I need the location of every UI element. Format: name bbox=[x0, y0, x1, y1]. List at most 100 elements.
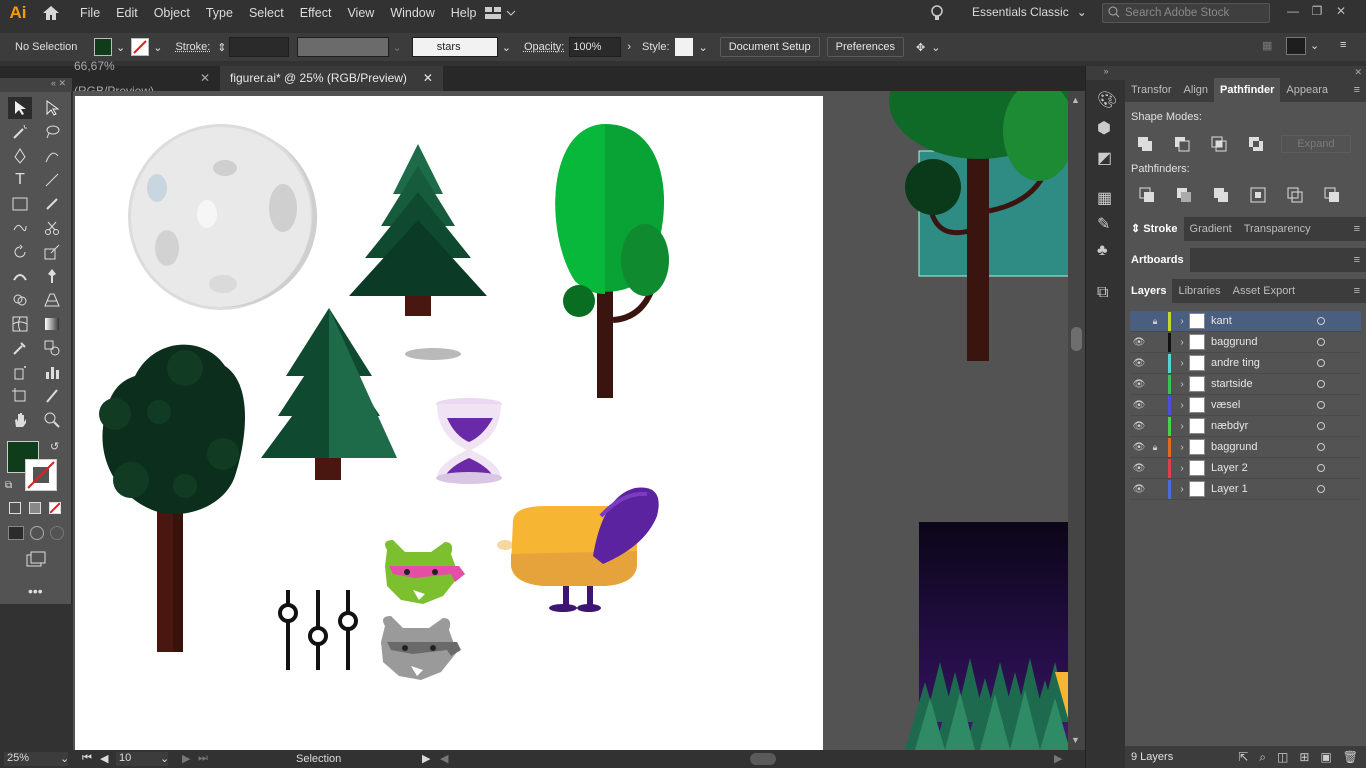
hand-tool-icon[interactable] bbox=[8, 409, 32, 431]
visibility-eye-icon[interactable]: 👁︎ bbox=[1130, 358, 1148, 369]
gradient-panel-icon[interactable]: ◩ bbox=[1097, 148, 1112, 168]
scroll-left-icon[interactable]: ◀ bbox=[440, 752, 448, 765]
layer-name[interactable]: kant bbox=[1211, 315, 1317, 327]
chevron-down-icon[interactable]: ⌄ bbox=[153, 41, 162, 54]
close-icon[interactable]: ✕ bbox=[200, 66, 210, 91]
search-stock-input[interactable]: Search Adobe Stock bbox=[1102, 3, 1270, 23]
rectangle-tool-icon[interactable] bbox=[8, 193, 32, 215]
visibility-eye-icon[interactable]: 👁︎ bbox=[1130, 442, 1148, 453]
direct-selection-tool-icon[interactable] bbox=[40, 97, 64, 119]
target-circle-icon[interactable] bbox=[1317, 338, 1325, 346]
opacity-field[interactable]: 100% bbox=[569, 37, 622, 57]
expand-chevron-icon[interactable]: › bbox=[1175, 484, 1189, 495]
menu-type[interactable]: Type bbox=[198, 0, 241, 26]
menu-object[interactable]: Object bbox=[146, 0, 198, 26]
layer-name[interactable]: baggrund bbox=[1211, 336, 1317, 348]
tab-artboards[interactable]: Artboards bbox=[1125, 248, 1190, 272]
magic-wand-tool-icon[interactable] bbox=[8, 121, 32, 143]
menu-view[interactable]: View bbox=[339, 0, 382, 26]
chevron-down-icon[interactable]: ⌄ bbox=[160, 752, 169, 765]
mesh-tool-icon[interactable] bbox=[8, 313, 32, 335]
variable-width-profile[interactable] bbox=[296, 37, 389, 57]
target-circle-icon[interactable] bbox=[1317, 401, 1325, 409]
layer-name[interactable]: baggrund bbox=[1211, 441, 1317, 453]
layer-row[interactable]: 👁︎ › baggrund bbox=[1130, 332, 1361, 353]
swap-fill-stroke-icon[interactable]: ↺ bbox=[50, 440, 59, 453]
crop-icon[interactable] bbox=[1250, 187, 1266, 203]
expand-chevron-icon[interactable]: › bbox=[1175, 358, 1189, 369]
selection-tool-icon[interactable] bbox=[8, 97, 32, 119]
visibility-eye-icon[interactable]: 👁︎ bbox=[1130, 484, 1148, 495]
expand-chevron-icon[interactable]: › bbox=[1175, 400, 1189, 411]
stroke-weight-field[interactable] bbox=[228, 37, 289, 57]
scroll-right-icon[interactable]: ▶ bbox=[1054, 752, 1062, 765]
graphic-style-swatch[interactable] bbox=[674, 38, 693, 56]
expand-button[interactable]: Expand bbox=[1281, 135, 1351, 153]
tab-transparency[interactable]: Transparency bbox=[1238, 217, 1317, 241]
delete-icon[interactable]: 🗑︎ bbox=[1343, 750, 1358, 765]
puppet-warp-icon[interactable]: ✥ bbox=[916, 41, 925, 54]
brush-definition[interactable]: stars bbox=[411, 37, 498, 57]
search-icon[interactable]: ⌕ bbox=[1259, 750, 1266, 765]
paintbrush-tool-icon[interactable] bbox=[40, 193, 64, 215]
gradient-mode-icon[interactable] bbox=[29, 502, 41, 514]
tab-transform[interactable]: Transfor bbox=[1125, 78, 1178, 102]
trim-icon[interactable] bbox=[1176, 187, 1192, 203]
scale-tool-icon[interactable] bbox=[40, 241, 64, 263]
target-circle-icon[interactable] bbox=[1317, 317, 1325, 325]
draw-inside-icon[interactable] bbox=[50, 526, 64, 540]
target-circle-icon[interactable] bbox=[1317, 485, 1325, 493]
collapse-dock-icon[interactable]: » bbox=[1086, 66, 1126, 80]
menu-effect[interactable]: Effect bbox=[292, 0, 340, 26]
maximize-button[interactable]: ❐ bbox=[1308, 4, 1326, 20]
menu-icon[interactable]: ≡ bbox=[1340, 39, 1346, 51]
close-window-button[interactable]: ✕ bbox=[1332, 4, 1350, 20]
intersect-icon[interactable] bbox=[1211, 136, 1227, 152]
horizontal-scrollbar-thumb[interactable] bbox=[750, 753, 776, 765]
chevron-down-icon[interactable]: ⌄ bbox=[393, 41, 402, 54]
none-mode-icon[interactable] bbox=[49, 502, 61, 514]
stroke-color-swatch[interactable] bbox=[25, 459, 57, 491]
target-circle-icon[interactable] bbox=[1317, 422, 1325, 430]
expand-chevron-icon[interactable]: › bbox=[1175, 316, 1189, 327]
pin-tool-icon[interactable] bbox=[40, 265, 64, 287]
scrollbar-thumb[interactable] bbox=[1071, 327, 1082, 351]
layer-name[interactable]: væsel bbox=[1211, 399, 1317, 411]
outline-icon[interactable] bbox=[1287, 187, 1303, 203]
layer-row[interactable]: 👁︎ › væsel bbox=[1130, 395, 1361, 416]
type-tool-icon[interactable]: T bbox=[8, 169, 32, 191]
menu-icon[interactable]: ≡ bbox=[1354, 285, 1360, 297]
arrange-icon[interactable]: ▦ bbox=[1262, 39, 1272, 52]
new-sublayer-icon[interactable]: ⊞ bbox=[1299, 750, 1309, 765]
artboard[interactable] bbox=[75, 96, 823, 750]
color-guide-icon[interactable]: 🎨︎ bbox=[1097, 90, 1117, 110]
visibility-eye-icon[interactable]: 👁︎ bbox=[1130, 379, 1148, 390]
visibility-eye-icon[interactable]: 👁︎ bbox=[1130, 337, 1148, 348]
menu-select[interactable]: Select bbox=[241, 0, 292, 26]
home-icon[interactable] bbox=[36, 0, 66, 26]
default-fill-stroke-icon[interactable]: ⧉ bbox=[5, 480, 12, 491]
next-artboard-icon[interactable]: ▶ bbox=[182, 752, 190, 765]
tab-pathfinder[interactable]: Pathfinder bbox=[1214, 78, 1281, 102]
vertical-scrollbar[interactable]: ▲ ▼ bbox=[1068, 91, 1085, 750]
artboards-icon[interactable]: ⧉ bbox=[1097, 284, 1108, 302]
layer-row[interactable]: 👁︎ › Layer 2 bbox=[1130, 458, 1361, 479]
panel-menu-icon[interactable] bbox=[1286, 37, 1306, 55]
divide-icon[interactable] bbox=[1139, 187, 1155, 203]
graph-tool-icon[interactable] bbox=[40, 361, 64, 383]
tab-appearance[interactable]: Appeara bbox=[1280, 78, 1334, 102]
expand-chevron-icon[interactable]: › bbox=[1175, 379, 1189, 390]
new-layer-icon[interactable]: ▣ bbox=[1320, 750, 1331, 765]
stroke-weight-stepper[interactable]: ⇕ bbox=[217, 41, 226, 54]
shape-builder-tool-icon[interactable] bbox=[8, 289, 32, 311]
blend-tool-icon[interactable] bbox=[40, 337, 64, 359]
target-circle-icon[interactable] bbox=[1317, 464, 1325, 472]
swatches-icon[interactable]: ▦ bbox=[1097, 188, 1112, 208]
chevron-down-icon[interactable]: ⌄ bbox=[931, 41, 940, 54]
target-circle-icon[interactable] bbox=[1317, 359, 1325, 367]
tab-libraries[interactable]: Libraries bbox=[1172, 279, 1226, 303]
lock-icon[interactable]: 🔒︎ bbox=[1148, 442, 1162, 453]
tab-stroke[interactable]: ⇕ Stroke bbox=[1125, 217, 1184, 241]
chevron-down-icon[interactable]: ⌄ bbox=[1310, 39, 1319, 52]
expand-chevron-icon[interactable]: › bbox=[1175, 421, 1189, 432]
